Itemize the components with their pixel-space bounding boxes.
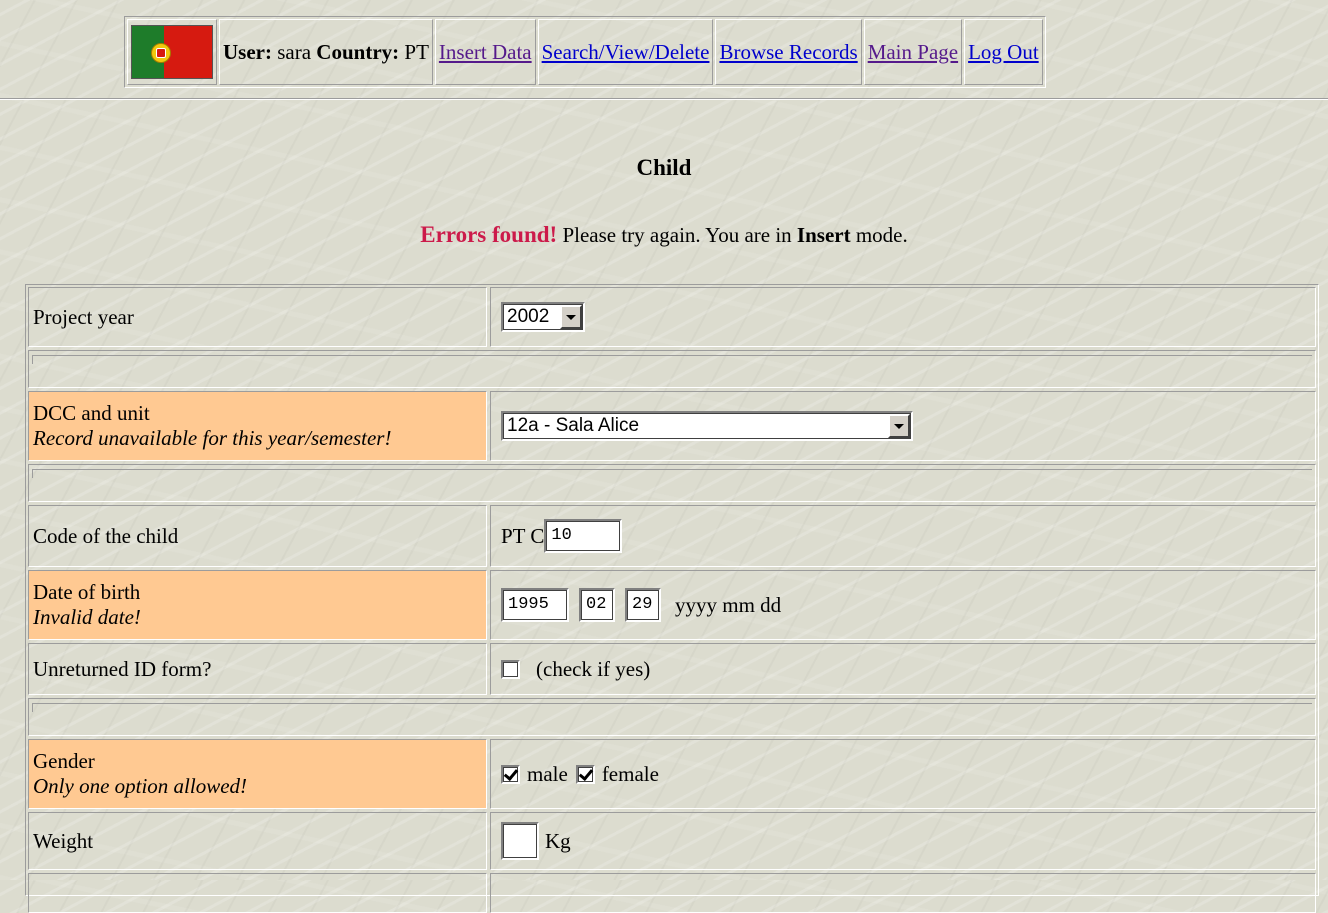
country-value: PT <box>404 39 429 64</box>
message-text: Please try again. You are in <box>557 223 797 247</box>
gender-error-hint: Only one option allowed! <box>33 774 248 798</box>
separator-row <box>28 350 1316 388</box>
weight-input[interactable] <box>501 822 539 860</box>
row-unreturned-id: Unreturned ID form? (check if yes) <box>28 643 1316 695</box>
dob-year-input[interactable]: 1995 <box>501 588 569 622</box>
row-date-of-birth: Date of birth Invalid date! 1995 02 29 y… <box>28 570 1316 640</box>
user-value: sara <box>277 39 312 64</box>
dcc-unit-label: DCC and unit <box>33 401 150 425</box>
user-info: User: sara Country: PT <box>219 19 433 85</box>
page-title: Child <box>636 155 692 180</box>
dob-day-input[interactable]: 29 <box>625 588 661 622</box>
dropdown-arrow-icon[interactable] <box>560 305 582 329</box>
child-form: Project year 2002 DCC and unit Record un… <box>25 284 1319 913</box>
gender-label: Gender <box>33 749 95 773</box>
unreturned-id-checkbox[interactable] <box>501 659 520 679</box>
gender-male-checkbox[interactable] <box>501 764 520 784</box>
unreturned-id-label: Unreturned ID form? <box>33 656 212 681</box>
gender-male-label: male <box>527 761 568 786</box>
row-weight: Weight Kg <box>28 812 1316 870</box>
dob-format-hint: yyyy mm dd <box>675 592 782 617</box>
dcc-unit-error-hint: Record unavailable for this year/semeste… <box>33 426 392 450</box>
horizontal-rule <box>0 98 1328 100</box>
main-page-link[interactable]: Main Page <box>868 40 958 65</box>
gender-female-checkbox[interactable] <box>575 764 595 784</box>
mode-name: Insert <box>796 223 851 247</box>
flag-cell <box>127 19 217 85</box>
next-row-partial <box>28 873 1316 913</box>
dob-error-hint: Invalid date! <box>33 605 141 629</box>
search-view-delete-link[interactable]: Search/View/Delete <box>542 40 710 65</box>
user-label: User: <box>223 39 272 64</box>
dropdown-arrow-icon[interactable] <box>888 414 910 438</box>
gender-female-label: female <box>601 761 659 786</box>
separator-row <box>28 698 1316 736</box>
weight-label: Weight <box>33 828 94 853</box>
child-code-prefix: PT C <box>501 523 545 548</box>
dob-month-input[interactable]: 02 <box>579 588 615 622</box>
project-year-select[interactable]: 2002 <box>501 302 585 332</box>
country-label: Country: <box>316 39 400 64</box>
error-heading: Errors found! <box>420 222 558 247</box>
separator-row <box>28 464 1316 502</box>
top-nav-bar: User: sara Country: PT Insert Data Searc… <box>124 16 1046 88</box>
project-year-value: 2002 <box>507 306 550 327</box>
message-end: mode. <box>850 223 908 247</box>
row-dcc-unit: DCC and unit Record unavailable for this… <box>28 391 1316 461</box>
unreturned-id-option: (check if yes) <box>536 656 651 681</box>
browse-records-link[interactable]: Browse Records <box>719 40 857 65</box>
child-code-label: Code of the child <box>33 523 179 548</box>
log-out-link[interactable]: Log Out <box>968 40 1039 65</box>
dcc-unit-value: 12a - Sala Alice <box>507 415 640 436</box>
row-gender: Gender Only one option allowed! male fem… <box>28 739 1316 809</box>
dcc-unit-select[interactable]: 12a - Sala Alice <box>501 411 913 441</box>
project-year-label: Project year <box>33 304 134 329</box>
portugal-flag-icon <box>131 25 213 79</box>
child-code-input[interactable]: 10 <box>544 519 623 553</box>
row-project-year: Project year 2002 <box>28 287 1316 347</box>
status-message: Errors found! Please try again. You are … <box>0 222 1328 248</box>
row-child-code: Code of the child PT C 10 <box>28 505 1316 567</box>
dob-label: Date of birth <box>33 580 141 604</box>
insert-data-link[interactable]: Insert Data <box>439 40 532 65</box>
weight-unit: Kg <box>545 828 571 853</box>
